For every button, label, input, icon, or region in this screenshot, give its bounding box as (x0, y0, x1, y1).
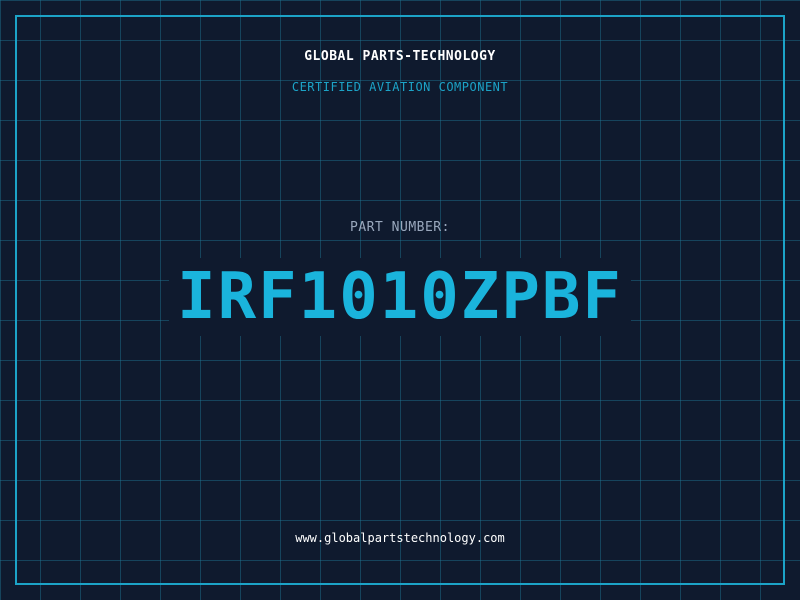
company-name: GLOBAL PARTS-TECHNOLOGY (304, 49, 496, 64)
website-url: www.globalpartstechnology.com (295, 531, 505, 545)
part-number-container: IRF1010ZPBF (0, 258, 800, 336)
certification-tagline: CERTIFIED AVIATION COMPONENT (291, 80, 509, 94)
part-number: IRF1010ZPBF (169, 258, 631, 336)
part-number-label: PART NUMBER: (350, 220, 450, 235)
part-card: GLOBAL PARTS-TECHNOLOGY CERTIFIED AVIATI… (0, 0, 800, 600)
